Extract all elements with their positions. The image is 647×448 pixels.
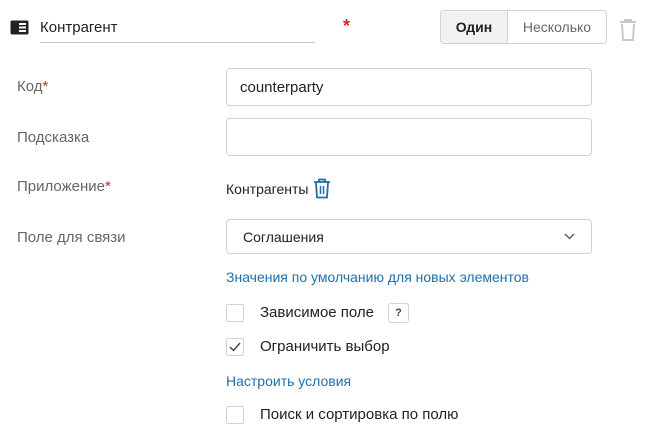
mode-multiple-button[interactable]: Несколько bbox=[508, 11, 606, 43]
app-label: Приложение* bbox=[17, 178, 111, 195]
search-sort-checkbox[interactable] bbox=[226, 406, 244, 424]
chevron-down-icon bbox=[564, 233, 575, 240]
hint-input[interactable] bbox=[226, 118, 592, 156]
code-input[interactable] bbox=[226, 68, 592, 106]
defaults-link[interactable]: Значения по умолчанию для новых элементо… bbox=[226, 269, 529, 285]
check-icon bbox=[229, 342, 241, 352]
search-sort-label: Поиск и сортировка по полю bbox=[260, 406, 459, 423]
dependent-field-checkbox[interactable] bbox=[226, 304, 244, 322]
restrict-choice-checkbox[interactable] bbox=[226, 338, 244, 356]
link-field-selected: Соглашения bbox=[243, 228, 324, 245]
mode-toggle: Один Несколько bbox=[440, 10, 607, 44]
app-name: Контрагенты bbox=[226, 180, 309, 197]
trash-icon[interactable] bbox=[313, 178, 331, 199]
link-field-label: Поле для связи bbox=[17, 229, 126, 246]
configure-conditions-link[interactable]: Настроить условия bbox=[226, 373, 351, 389]
help-icon[interactable]: ? bbox=[388, 303, 409, 323]
dependent-field-label: Зависимое поле bbox=[260, 304, 375, 321]
restrict-choice-label: Ограничить выбор bbox=[260, 338, 390, 355]
field-type-icon bbox=[10, 20, 29, 35]
app-value: Контрагенты bbox=[226, 178, 331, 199]
trash-icon[interactable] bbox=[618, 18, 638, 42]
required-marker: * bbox=[343, 16, 351, 36]
link-field-select[interactable]: Соглашения bbox=[226, 219, 592, 254]
code-label: Код* bbox=[17, 78, 49, 95]
hint-label: Подсказка bbox=[17, 129, 90, 146]
field-name-input[interactable] bbox=[40, 12, 315, 43]
mode-single-button[interactable]: Один bbox=[441, 11, 508, 43]
